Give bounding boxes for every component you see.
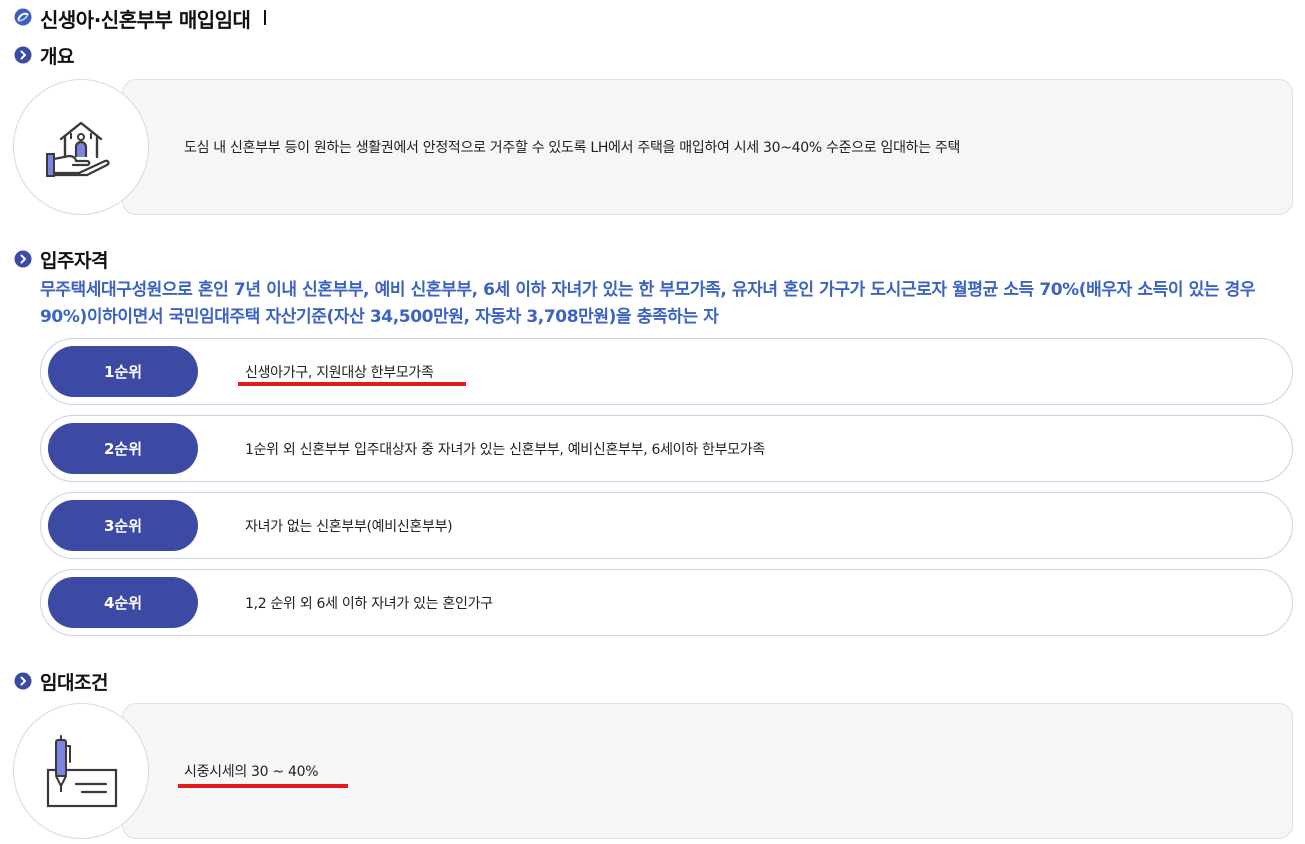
lease-text: 시중시세의 30 ~ 40%	[184, 764, 319, 780]
lease-icon-circle	[13, 703, 149, 839]
page-title: 신생아·신혼부부 매입임대	[40, 8, 251, 32]
rank-badge: 1순위	[48, 346, 198, 397]
chevron-right-icon	[14, 46, 32, 64]
section-title-lease: 임대조건	[40, 672, 108, 694]
rank-badge: 2순위	[48, 423, 198, 474]
section-title-qualification: 입주자격	[40, 250, 108, 272]
highlight-underline	[178, 784, 348, 788]
rank-description: 신생아가구, 지원대상 한부모가족	[245, 365, 434, 381]
rank-badge: 3순위	[48, 500, 198, 551]
overview-text: 도심 내 신혼부부 등이 원하는 생활권에서 안정적으로 거주할 수 있도록 L…	[184, 140, 961, 156]
title-divider	[264, 10, 266, 25]
rank-row: 4순위 1,2 순위 외 6세 이하 자녀가 있는 혼인가구	[40, 569, 1293, 636]
rank-badge: 4순위	[48, 577, 198, 628]
title-logo-icon	[14, 8, 32, 26]
rank-description: 1,2 순위 외 6세 이하 자녀가 있는 혼인가구	[245, 596, 493, 612]
rank-row: 1순위 신생아가구, 지원대상 한부모가족	[40, 338, 1293, 405]
rank-row: 2순위 1순위 외 신혼부부 입주대상자 중 자녀가 있는 신혼부부, 예비신혼…	[40, 415, 1293, 482]
qualification-lead: 무주택세대구성원으로 혼인 7년 이내 신혼부부, 예비 신혼부부, 6세 이하…	[40, 280, 1256, 327]
rank-description: 자녀가 없는 신혼부부(예비신혼부부)	[245, 519, 453, 535]
rank-row: 3순위 자녀가 없는 신혼부부(예비신혼부부)	[40, 492, 1293, 559]
overview-icon-circle	[13, 79, 149, 215]
house-in-hand-icon	[46, 121, 110, 177]
pen-and-check-icon	[46, 735, 118, 808]
chevron-right-icon	[14, 672, 32, 690]
section-title-overview: 개요	[40, 46, 74, 68]
chevron-right-icon	[14, 250, 32, 268]
rank-description: 1순위 외 신혼부부 입주대상자 중 자녀가 있는 신혼부부, 예비신혼부부, …	[245, 442, 765, 458]
highlight-underline	[238, 382, 466, 386]
